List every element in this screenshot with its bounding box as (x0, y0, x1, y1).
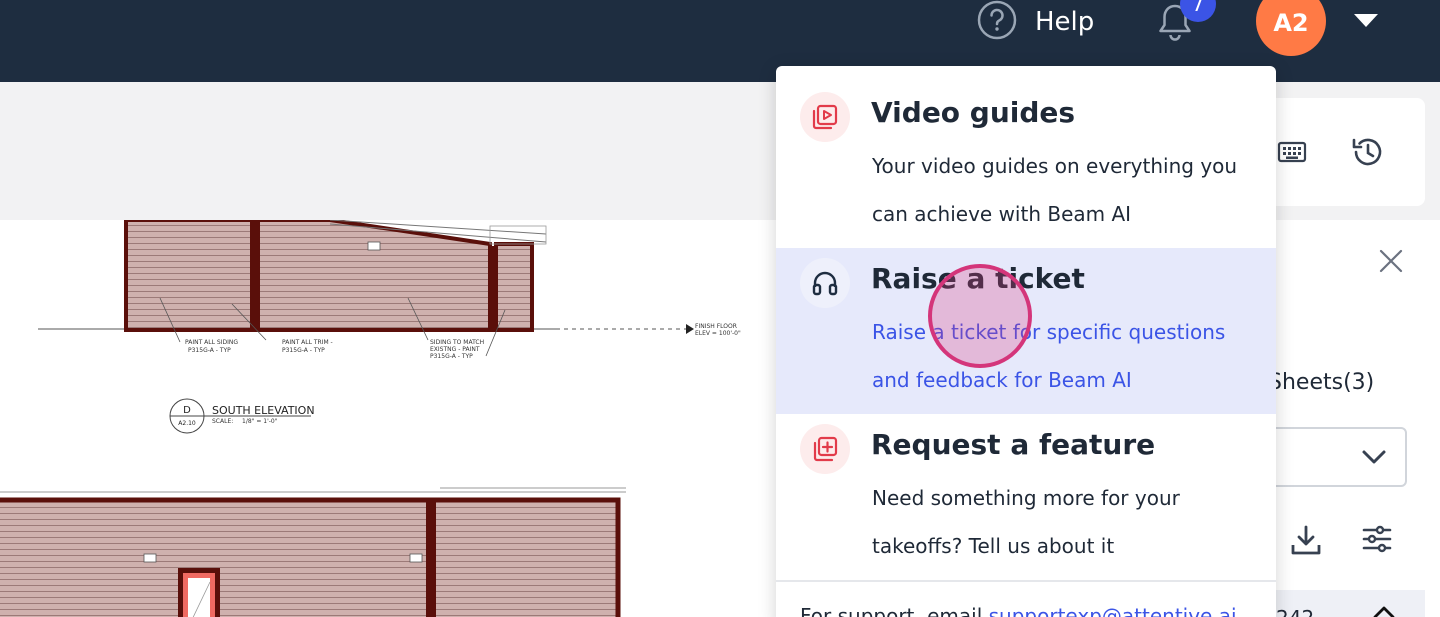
menu-item-request-feature[interactable]: Request a feature Need something more fo… (776, 414, 1276, 580)
callout-paint-trim-code: P315G-A - TYP (282, 347, 325, 354)
download-icon[interactable] (1286, 520, 1326, 560)
user-avatar[interactable]: A2 (1256, 0, 1326, 56)
chevron-down-icon (1360, 443, 1388, 475)
callout-siding-code: P315G-A - TYP (430, 353, 473, 360)
menu-item-description: Your video guides on everything you can … (872, 154, 1238, 226)
menu-item-title: Request a feature (871, 428, 1156, 461)
menu-item-title: Video guides (871, 96, 1076, 129)
account-menu-chevron-down-icon[interactable] (1354, 14, 1378, 27)
callout-siding-existing: EXISTNG - PAINT (430, 346, 480, 353)
menu-item-title: Raise a ticket (871, 262, 1085, 295)
scale-label: SCALE: (212, 418, 233, 425)
chevron-up-icon[interactable] (1370, 604, 1398, 617)
finish-floor-elevation: ELEV = 100'-0" (695, 330, 741, 337)
callout-paint-siding-code: P315G-A - TYP (188, 347, 231, 354)
support-prefix: For support, email (800, 604, 989, 617)
support-email-link[interactable]: supportexp@attentive.ai (989, 604, 1237, 617)
help-label: Help (1035, 7, 1095, 37)
support-text: For support, email supportexp@attentive.… (800, 604, 1237, 617)
scale-value: 1/8" = 1'-0" (242, 418, 278, 425)
callout-siding-match: SIDING TO MATCH (430, 339, 484, 346)
close-icon[interactable] (1374, 244, 1408, 278)
keyboard-icon[interactable] (1274, 134, 1310, 170)
headphones-icon (800, 258, 850, 308)
elevation-title: SOUTH ELEVATION (212, 404, 315, 417)
help-dropdown-menu: Video guides Your video guides on everyt… (776, 66, 1276, 617)
add-feature-icon (800, 424, 850, 474)
bell-icon (1156, 4, 1194, 48)
sheets-count-label: Sheets(3) (1268, 370, 1375, 395)
help-icon (977, 0, 1017, 44)
menu-item-raise-ticket[interactable]: Raise a ticket Raise a ticket for specif… (776, 248, 1276, 414)
video-play-icon (800, 92, 850, 142)
callout-paint-trim: PAINT ALL TRIM - (282, 339, 333, 346)
filter-sliders-icon[interactable] (1356, 518, 1398, 560)
menu-item-description: Need something more for your takeoffs? T… (872, 486, 1180, 558)
help-button[interactable]: Help (977, 0, 1095, 44)
detail-sheet-ref: A2.10 (178, 420, 196, 427)
menu-item-description: Raise a ticket for specific questions an… (872, 320, 1226, 392)
history-icon[interactable] (1348, 132, 1388, 172)
finish-floor-label: FINISH FLOOR (695, 323, 737, 330)
menu-divider (776, 580, 1276, 582)
detail-letter: D (183, 405, 191, 416)
callout-paint-siding: PAINT ALL SIDING (185, 339, 238, 346)
menu-item-video-guides[interactable]: Video guides Your video guides on everyt… (776, 66, 1276, 248)
sheet-row-value: 242 (1276, 606, 1314, 617)
